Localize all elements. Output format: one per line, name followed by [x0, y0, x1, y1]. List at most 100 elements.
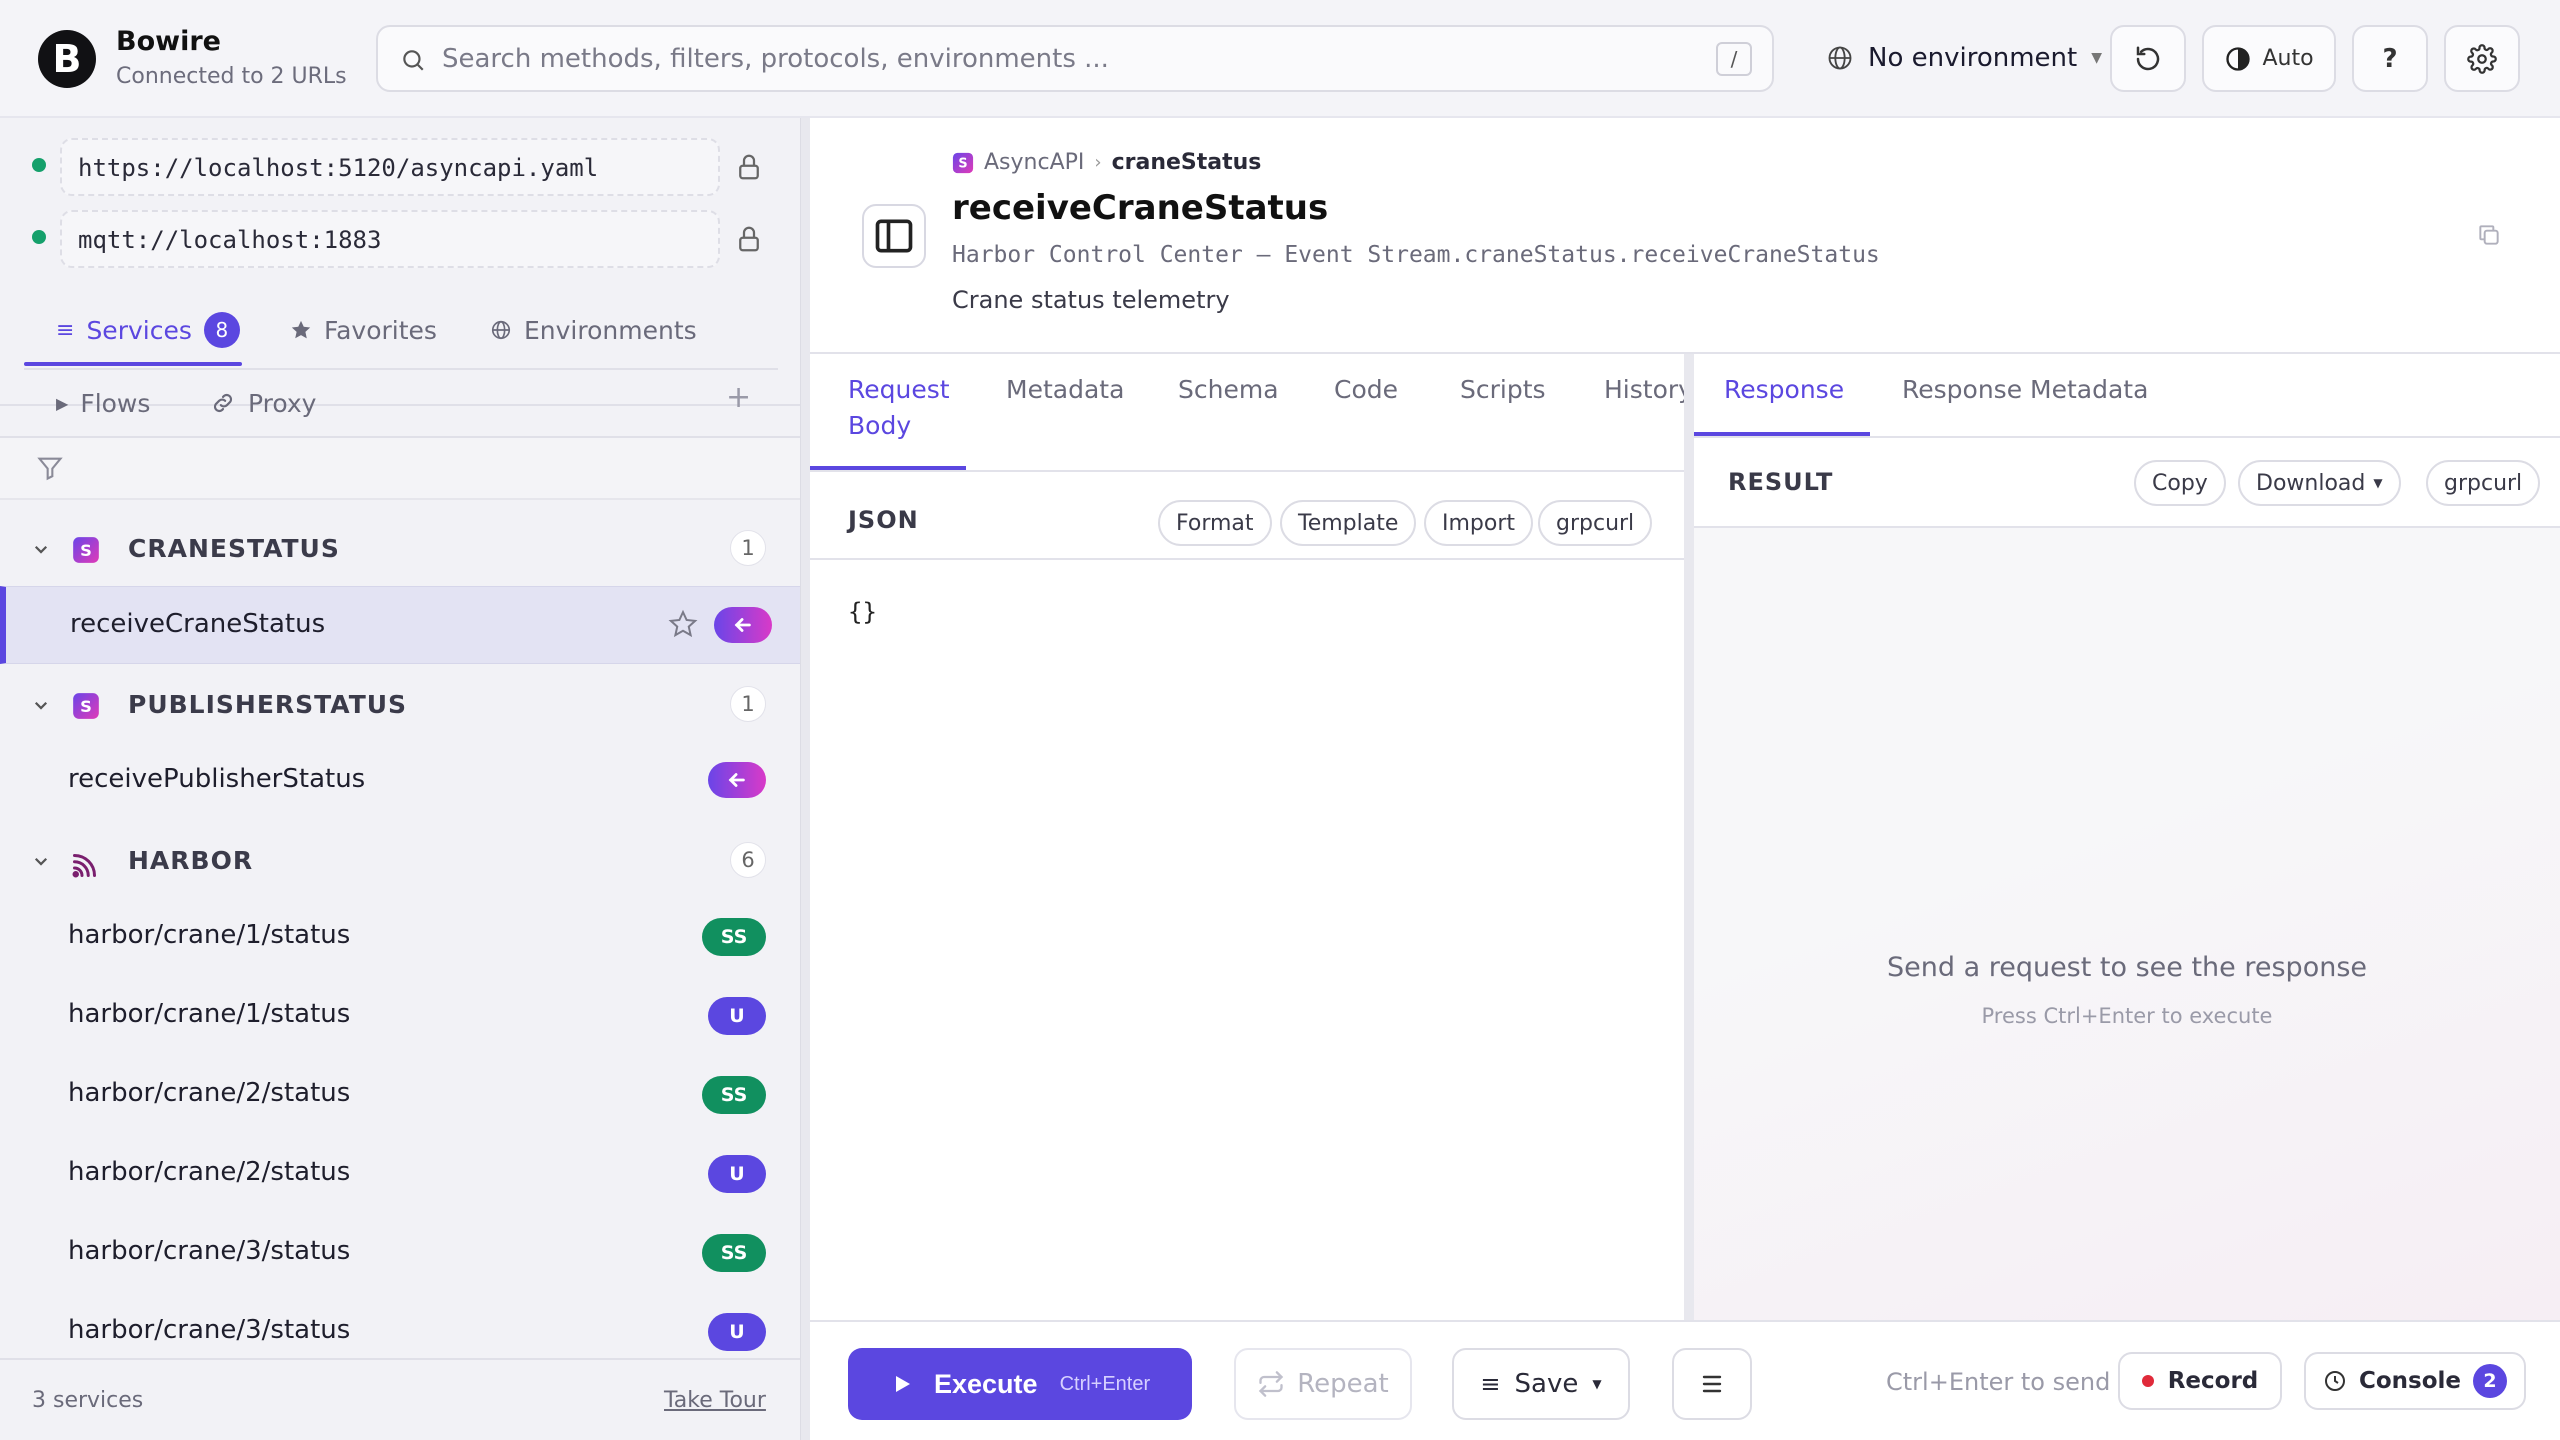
caret-down-icon: ▼: [2373, 476, 2383, 490]
copy-icon[interactable]: [2476, 222, 2502, 248]
settings-button[interactable]: [2444, 25, 2520, 92]
more-menu-button[interactable]: [1672, 1348, 1752, 1420]
add-button[interactable]: +: [726, 380, 751, 415]
flows-label: Flows: [80, 388, 151, 418]
pane-resize-handle[interactable]: [1684, 354, 1694, 1320]
star-icon: [290, 319, 312, 341]
sidebar-panel-icon: [872, 214, 916, 258]
tab-history[interactable]: History: [1604, 372, 1693, 408]
search-input[interactable]: [442, 39, 1642, 79]
flows-item[interactable]: ▶ Flows: [56, 382, 150, 424]
group-name: PUBLISHERSTATUS: [128, 690, 408, 719]
environment-label: No environment: [1868, 43, 2078, 73]
method-item-receivecranestatus[interactable]: receiveCraneStatus: [0, 586, 800, 664]
tab-response-metadata[interactable]: Response Metadata: [1902, 372, 2148, 408]
service-group-publisherstatus[interactable]: S PUBLISHERSTATUS 1: [0, 670, 800, 740]
sidebar-resize-handle[interactable]: [800, 118, 810, 1440]
chevron-down-icon: [32, 696, 50, 714]
top-bar: B Bowire Connected to 2 URLs / No enviro…: [0, 0, 2560, 118]
response-toolbar: RESULT Copy Download ▼ grpcurl: [1694, 438, 2560, 524]
url-field[interactable]: mqtt://localhost:1883: [60, 210, 720, 268]
group-name: CRANESTATUS: [128, 534, 340, 563]
svg-text:S: S: [958, 156, 967, 171]
save-button[interactable]: ≡ Save ▼: [1452, 1348, 1630, 1420]
tab-request-body[interactable]: Request Body: [848, 372, 950, 444]
list-icon: ≡: [56, 317, 75, 343]
tab-environments[interactable]: Environments: [490, 302, 697, 358]
theme-label: Auto: [2262, 46, 2314, 71]
search-box[interactable]: /: [376, 25, 1774, 92]
url-field[interactable]: https://localhost:5120/asyncapi.yaml: [60, 138, 720, 196]
body-toolbar: JSON Format Template Import grpcurl: [810, 478, 1684, 564]
subscribe-badge: SS: [702, 1234, 766, 1272]
lock-icon[interactable]: [734, 224, 764, 254]
repeat-button[interactable]: Repeat: [1234, 1348, 1412, 1420]
tab-metadata[interactable]: Metadata: [1006, 372, 1124, 408]
request-body-editor[interactable]: {}: [848, 598, 877, 626]
proxy-item[interactable]: Proxy: [210, 382, 316, 424]
environment-select[interactable]: No environment ▼: [1826, 30, 2102, 86]
filter-icon[interactable]: [36, 454, 64, 482]
tab-favorites[interactable]: Favorites: [290, 302, 437, 358]
gear-icon: [2467, 43, 2497, 74]
method-item-topic[interactable]: harbor/crane/1/status SS: [0, 898, 800, 976]
connected-dot: [32, 158, 46, 172]
action-bar: Execute Ctrl+Enter Repeat ≡ Save ▼ Ctrl+…: [810, 1320, 2560, 1440]
method-item-topic[interactable]: harbor/crane/2/status U: [0, 1135, 800, 1213]
tab-services[interactable]: ≡ Services 8: [56, 302, 240, 358]
record-label: Record: [2167, 1368, 2259, 1394]
execute-button[interactable]: Execute Ctrl+Enter: [848, 1348, 1192, 1420]
console-label: Console: [2358, 1368, 2462, 1394]
service-group-cranestatus[interactable]: S CRANESTATUS 1: [0, 514, 800, 584]
method-item-topic[interactable]: harbor/crane/2/status SS: [0, 1056, 800, 1134]
download-button[interactable]: Download ▼: [2238, 460, 2401, 506]
grpcurl-button[interactable]: grpcurl: [2426, 460, 2541, 506]
page-title: receiveCraneStatus: [952, 188, 1329, 228]
filter-bar[interactable]: [0, 438, 800, 498]
contrast-icon: [2224, 45, 2252, 73]
caret-down-icon: ▼: [2091, 50, 2102, 66]
response-pane: Response Response Metadata RESULT Copy D…: [1694, 354, 2560, 1320]
method-label: harbor/crane/3/status: [68, 1315, 351, 1345]
copy-button[interactable]: Copy: [2134, 460, 2226, 506]
connected-dot: [32, 230, 46, 244]
tab-response[interactable]: Response: [1724, 372, 1844, 408]
help-icon: ?: [2382, 43, 2398, 74]
tab-schema[interactable]: Schema: [1178, 372, 1279, 408]
lock-icon[interactable]: [734, 152, 764, 182]
take-tour-link[interactable]: Take Tour: [664, 1388, 766, 1413]
svg-text:S: S: [80, 697, 92, 716]
menu-icon: [1700, 1373, 1724, 1395]
operation-path: Harbor Control Center – Event Stream.cra…: [952, 242, 1880, 268]
record-button[interactable]: Record: [2118, 1352, 2282, 1410]
group-name: HARBOR: [128, 846, 254, 875]
reload-button[interactable]: [2110, 25, 2186, 92]
breadcrumb-protocol[interactable]: AsyncAPI: [984, 150, 1084, 175]
service-group-harbor[interactable]: HARBOR 6: [0, 826, 800, 896]
asyncapi-icon: S: [72, 692, 100, 720]
clock-icon: [2323, 1369, 2347, 1393]
method-item-topic[interactable]: harbor/crane/3/status SS: [0, 1214, 800, 1292]
caret-right-icon: ▶: [56, 393, 69, 413]
help-button[interactable]: ?: [2352, 25, 2428, 92]
tab-scripts[interactable]: Scripts: [1460, 372, 1546, 408]
breadcrumb: S AsyncAPI › craneStatus: [952, 150, 1261, 175]
main-panel: S AsyncAPI › craneStatus receiveCraneSta…: [810, 118, 2560, 1440]
empty-state-title: Send a request to see the response: [1886, 952, 2367, 983]
format-button[interactable]: Format: [1158, 500, 1272, 546]
favorite-star-icon[interactable]: [668, 609, 698, 639]
template-button[interactable]: Template: [1280, 500, 1417, 546]
console-button[interactable]: Console 2: [2304, 1352, 2526, 1410]
method-item-receivepublisherstatus[interactable]: receivePublisherStatus: [0, 742, 800, 820]
proxy-label: Proxy: [248, 388, 317, 418]
divider: [24, 368, 778, 370]
tab-code[interactable]: Code: [1334, 372, 1398, 408]
toggle-sidebar-button[interactable]: [862, 204, 926, 268]
grpcurl-button[interactable]: grpcurl: [1538, 500, 1653, 546]
breadcrumb-service: craneStatus: [1111, 150, 1262, 175]
receive-badge: [714, 607, 772, 643]
method-item-topic[interactable]: harbor/crane/1/status U: [0, 977, 800, 1055]
execute-label: Execute: [934, 1368, 1038, 1399]
theme-toggle-button[interactable]: Auto: [2202, 25, 2336, 92]
import-button[interactable]: Import: [1424, 500, 1534, 546]
